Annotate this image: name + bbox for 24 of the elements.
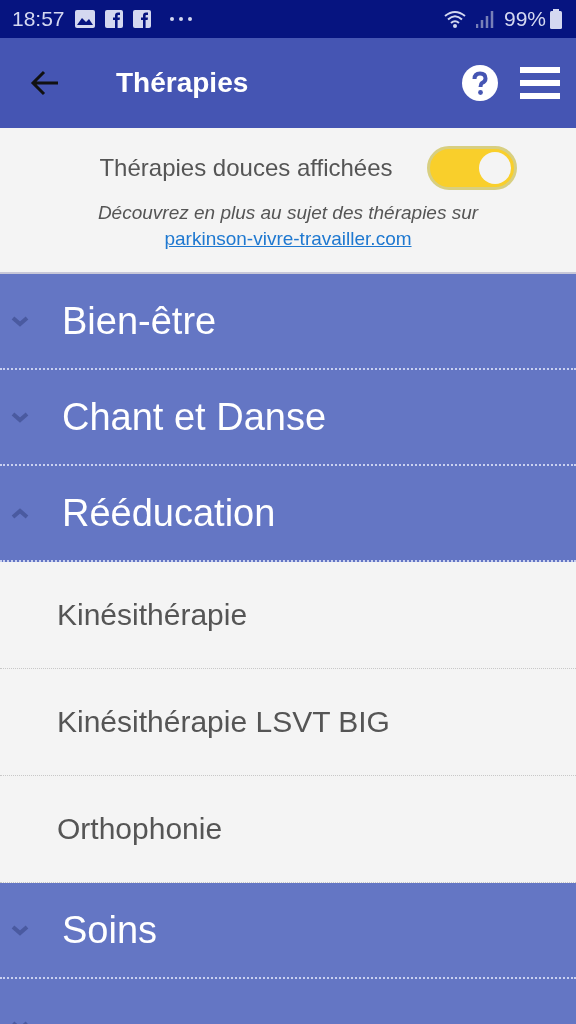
info-note: Découvrez en plus au sujet des thérapies sur [97,202,479,224]
signal-icon [475,10,494,28]
menu-button[interactable] [520,67,560,99]
toggle-switch[interactable] [426,146,517,190]
wifi-icon [443,10,466,28]
category-header[interactable]: Bien-être [0,274,576,370]
chevron-up-icon [10,507,30,519]
screen-title: Thérapies [116,67,250,99]
help-button[interactable] [462,65,498,101]
facebook-icon [104,10,123,28]
website-link[interactable]: parkinson-vivre-travailler.com [164,228,412,250]
facebook-icon [132,10,151,28]
therapy-item[interactable]: Kinésithérapie [0,562,576,669]
battery-icon [550,9,562,29]
category-header[interactable]: Chant et Danse [0,370,576,466]
status-time: 18:57 [12,7,65,31]
category-header[interactable]: Soins [0,883,576,979]
back-button[interactable] [30,70,60,96]
toggle-label: Thérapies douces affichées [99,154,393,182]
battery-percent: 99% [503,7,546,31]
category-header[interactable]: Rééducation [0,466,576,562]
image-icon [74,10,95,28]
more-icon [168,16,193,22]
therapy-item[interactable]: Kinésithérapie LSVT BIG [0,669,576,776]
